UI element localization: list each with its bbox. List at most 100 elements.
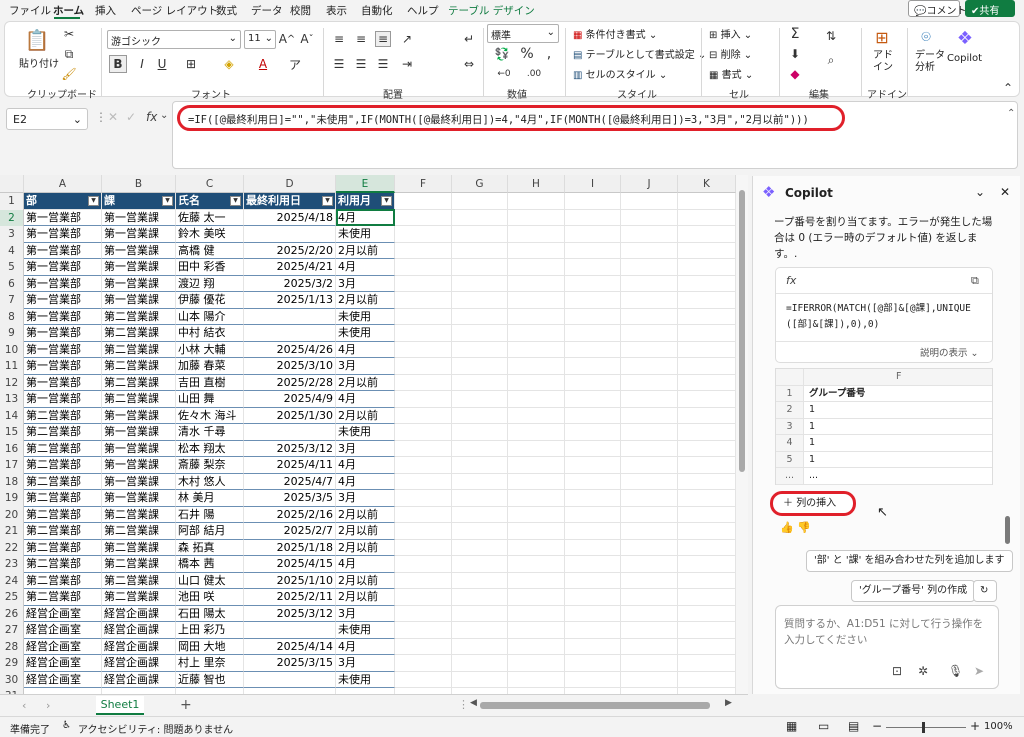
empty-cell[interactable]: [678, 440, 736, 457]
merge-icon[interactable]: ⇔: [461, 56, 477, 72]
table-cell[interactable]: 高橋 健: [176, 242, 244, 259]
table-cell[interactable]: 中村 結衣: [176, 325, 244, 342]
sort-filter-icon[interactable]: ⇅: [821, 26, 841, 46]
table-cell[interactable]: 3月: [336, 490, 395, 507]
row-header[interactable]: 17: [0, 457, 24, 474]
copilot-ribbon-icon[interactable]: ❖: [953, 26, 977, 50]
table-cell[interactable]: 第一営業部: [24, 209, 102, 226]
row-header[interactable]: 15: [0, 424, 24, 441]
row-header[interactable]: 16: [0, 440, 24, 457]
empty-cell[interactable]: [452, 242, 508, 259]
table-cell[interactable]: [244, 622, 336, 639]
row-header[interactable]: 3: [0, 226, 24, 243]
empty-cell[interactable]: [508, 242, 565, 259]
row-header[interactable]: 11: [0, 358, 24, 375]
table-cell[interactable]: 経営企画室: [24, 622, 102, 639]
empty-cell[interactable]: [621, 407, 678, 424]
column-header-G[interactable]: G: [452, 175, 508, 193]
empty-cell[interactable]: [452, 358, 508, 375]
table-cell[interactable]: 池田 咲: [176, 589, 244, 606]
align-center-icon[interactable]: ☰: [353, 56, 369, 72]
empty-cell[interactable]: [452, 506, 508, 523]
empty-cell[interactable]: [621, 622, 678, 639]
empty-cell[interactable]: [678, 622, 736, 639]
fill-color-icon[interactable]: ◈: [217, 55, 241, 73]
row-header[interactable]: 12: [0, 374, 24, 391]
empty-cell[interactable]: [452, 556, 508, 573]
empty-cell[interactable]: [565, 292, 621, 309]
empty-cell[interactable]: [508, 556, 565, 573]
table-cell[interactable]: 第二営業部: [24, 506, 102, 523]
filter-dropdown-icon[interactable]: ▼: [88, 196, 99, 206]
table-cell[interactable]: 4月: [336, 556, 395, 573]
row-header[interactable]: 2: [0, 209, 24, 226]
border-icon[interactable]: ⊞: [179, 55, 203, 73]
table-cell[interactable]: 2025/3/12: [244, 605, 336, 622]
table-cell[interactable]: 第二営業部: [24, 457, 102, 474]
table-cell[interactable]: 4月: [336, 473, 395, 490]
prompt-guide-icon[interactable]: ✲: [918, 664, 928, 678]
table-cell[interactable]: 田中 彩香: [176, 259, 244, 276]
empty-cell[interactable]: [395, 638, 452, 655]
collapse-formula-icon[interactable]: ⌃: [1007, 108, 1015, 119]
table-cell[interactable]: 4月: [336, 391, 395, 408]
row-header[interactable]: 13: [0, 391, 24, 408]
font-name-dropdown[interactable]: 游ゴシック ⌄: [107, 30, 241, 49]
align-bottom-icon[interactable]: ≡: [375, 31, 391, 47]
autosum-icon[interactable]: Σ: [785, 26, 805, 42]
table-cell[interactable]: 経営企画課: [102, 605, 176, 622]
empty-cell[interactable]: [508, 391, 565, 408]
column-header-K[interactable]: K: [678, 175, 736, 193]
empty-cell[interactable]: [452, 341, 508, 358]
empty-cell[interactable]: [395, 589, 452, 606]
empty-cell[interactable]: [508, 193, 565, 210]
table-cell[interactable]: [244, 325, 336, 342]
empty-cell[interactable]: [395, 358, 452, 375]
table-cell[interactable]: 第二営業部: [24, 407, 102, 424]
empty-cell[interactable]: [395, 259, 452, 276]
empty-cell[interactable]: [678, 638, 736, 655]
share-button[interactable]: ✔共有: [965, 0, 1015, 17]
empty-cell[interactable]: [508, 341, 565, 358]
table-cell[interactable]: 経営企画室: [24, 605, 102, 622]
empty-cell[interactable]: [508, 226, 565, 243]
empty-cell[interactable]: [621, 572, 678, 589]
formula-text[interactable]: =IF([@最終利用日]="","未使用",IF(MONTH([@最終利用日])…: [177, 105, 845, 131]
empty-cell[interactable]: [565, 325, 621, 342]
empty-cell[interactable]: [565, 671, 621, 688]
empty-cell[interactable]: [621, 638, 678, 655]
empty-cell[interactable]: [621, 506, 678, 523]
row-header[interactable]: 26: [0, 605, 24, 622]
empty-cell[interactable]: [678, 407, 736, 424]
table-cell[interactable]: 第二営業課: [102, 506, 176, 523]
menu-page-layout[interactable]: ページ レイアウト: [131, 3, 218, 18]
table-cell[interactable]: 伊藤 優花: [176, 292, 244, 309]
empty-cell[interactable]: [395, 671, 452, 688]
empty-cell[interactable]: [508, 440, 565, 457]
scroll-right-icon[interactable]: ▶: [725, 698, 732, 708]
empty-cell[interactable]: [395, 556, 452, 573]
empty-cell[interactable]: [621, 671, 678, 688]
table-cell[interactable]: 第二営業課: [102, 391, 176, 408]
empty-cell[interactable]: [678, 292, 736, 309]
phonetic-icon[interactable]: ア: [283, 55, 307, 73]
empty-cell[interactable]: [395, 374, 452, 391]
empty-cell[interactable]: [395, 523, 452, 540]
zoom-level[interactable]: 100%: [984, 721, 1013, 732]
empty-cell[interactable]: [678, 490, 736, 507]
addins-icon[interactable]: ⊞: [871, 26, 893, 48]
empty-cell[interactable]: [565, 358, 621, 375]
table-cell[interactable]: 橋本 茜: [176, 556, 244, 573]
row-header[interactable]: 23: [0, 556, 24, 573]
menu-view[interactable]: 表示: [326, 3, 347, 18]
table-cell[interactable]: [244, 424, 336, 441]
filter-dropdown-icon[interactable]: ▼: [162, 196, 173, 206]
table-cell[interactable]: 第二営業部: [24, 424, 102, 441]
empty-cell[interactable]: [621, 209, 678, 226]
table-cell[interactable]: 2025/3/5: [244, 490, 336, 507]
bold-button[interactable]: B: [109, 55, 127, 73]
empty-cell[interactable]: [452, 622, 508, 639]
percent-icon[interactable]: %: [519, 46, 535, 62]
table-cell[interactable]: 第一営業部: [24, 391, 102, 408]
empty-cell[interactable]: [565, 638, 621, 655]
